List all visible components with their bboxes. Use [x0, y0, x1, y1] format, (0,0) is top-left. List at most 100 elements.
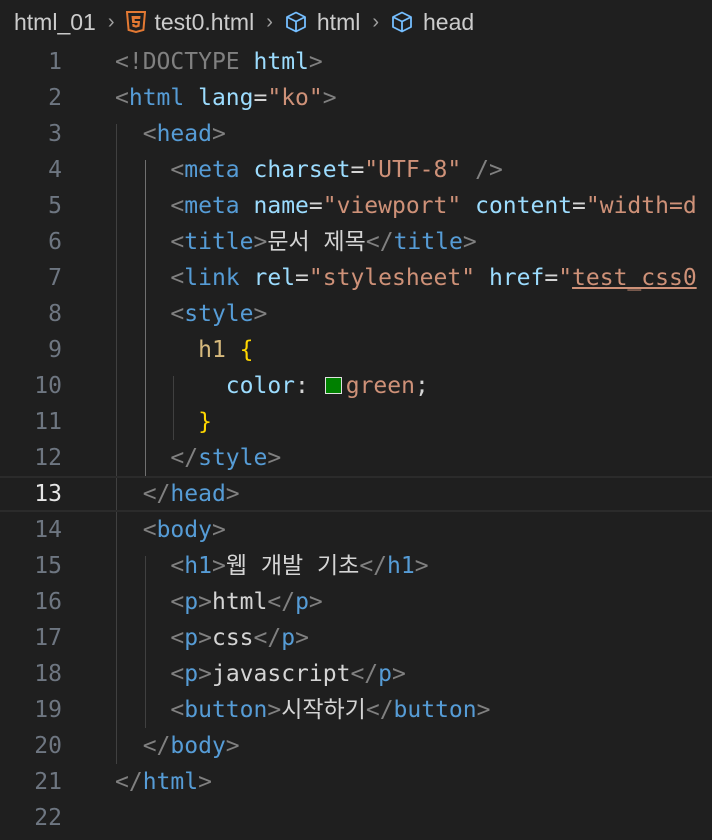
code-text: h1 {: [115, 332, 253, 368]
code-text: <title>문서 제목</title>: [115, 224, 476, 260]
code-line[interactable]: 16 <p>html</p>: [0, 584, 712, 620]
code-token: "stylesheet": [308, 265, 476, 291]
code-token: >: [308, 49, 323, 75]
code-line[interactable]: 12 </style>: [0, 440, 712, 476]
code-line[interactable]: 10 color: green;: [0, 368, 712, 404]
color-swatch[interactable]: [324, 377, 342, 394]
code-line[interactable]: 5 <meta name="viewport" content="width=d: [0, 188, 712, 224]
code-token: >: [253, 301, 268, 327]
breadcrumb-folder-label: html_01: [14, 8, 96, 35]
line-number: 3: [48, 121, 62, 147]
code-token: 웹 개발 기초: [225, 553, 360, 579]
code-text: <head>: [115, 116, 226, 152]
line-number: 19: [34, 697, 62, 723]
code-line[interactable]: 2 <html lang="ko">: [0, 80, 712, 116]
code-line[interactable]: 1 <!DOCTYPE html>: [0, 44, 712, 80]
code-token: </: [115, 769, 143, 795]
code-token: rel: [253, 265, 296, 291]
breadcrumb-element-html[interactable]: html: [284, 9, 360, 36]
code-token: h1: [184, 553, 212, 579]
code-text: </html>: [115, 764, 212, 800]
breadcrumb-file[interactable]: test0.html: [125, 9, 254, 36]
code-token: >: [253, 229, 268, 255]
code-token: :: [295, 373, 323, 399]
line-number: 1: [48, 49, 62, 75]
code-text: <h1>웹 개발 기초</h1>: [115, 548, 428, 584]
code-token: >: [267, 697, 282, 723]
code-editor[interactable]: 1 <!DOCTYPE html> 2 <html lang="ko"> 3 <head…: [0, 44, 712, 840]
code-text: <p>css</p>: [115, 620, 309, 656]
code-token: >: [211, 553, 226, 579]
code-token: =: [572, 193, 586, 219]
code-token: <: [170, 229, 185, 255]
code-token: !DOCTYPE: [128, 49, 240, 75]
breadcrumb-separator: ›: [107, 10, 115, 33]
code-line[interactable]: 14 <body>: [0, 512, 712, 548]
line-number: 22: [34, 805, 62, 831]
code-token: <: [115, 49, 129, 75]
code-token: "viewport": [322, 193, 462, 219]
code-token: </: [267, 589, 296, 615]
code-token: p: [281, 625, 296, 651]
code-line[interactable]: 18 <p>javascript</p>: [0, 656, 712, 692]
code-token: link: [184, 265, 240, 291]
html5-icon: [125, 11, 146, 33]
code-line[interactable]: 9 h1 {: [0, 332, 712, 368]
breadcrumb: html_01 › test0.html › html › head: [0, 0, 712, 44]
code-line[interactable]: 21 </html>: [0, 764, 712, 800]
code-token: >: [476, 697, 491, 723]
line-number: 6: [48, 229, 62, 255]
cube-icon: [392, 11, 412, 33]
line-number: 20: [34, 733, 62, 759]
code-token: </: [253, 625, 282, 651]
code-token: </: [142, 481, 171, 507]
code-token: >: [198, 625, 212, 651]
code-token: button: [184, 697, 268, 723]
code-token: ;: [414, 373, 429, 399]
code-token: href: [488, 265, 545, 291]
code-token: <: [170, 661, 185, 687]
code-text: </head>: [115, 478, 240, 510]
breadcrumb-separator: ›: [372, 10, 380, 33]
code-line[interactable]: 4 <meta charset="UTF-8" />: [0, 152, 712, 188]
code-line[interactable]: 3 <head>: [0, 116, 712, 152]
line-number: 5: [48, 193, 62, 219]
breadcrumb-folder[interactable]: html_01: [14, 9, 96, 36]
breadcrumb-element-head[interactable]: head: [390, 9, 474, 36]
code-line[interactable]: 7 <link rel="stylesheet" href="test_css0: [0, 260, 712, 296]
code-line[interactable]: 13 </head>: [0, 476, 712, 512]
code-line[interactable]: 22: [0, 800, 712, 836]
code-token: />: [475, 157, 503, 183]
code-text: </body>: [115, 728, 240, 764]
code-token: <: [170, 301, 185, 327]
code-token: p: [378, 661, 393, 687]
code-token: meta: [184, 193, 240, 219]
code-token: lang: [198, 85, 254, 111]
code-line[interactable]: 6 <title>문서 제목</title>: [0, 224, 712, 260]
code-token: green: [345, 373, 415, 399]
code-text: <button>시작하기</button>: [115, 692, 491, 728]
code-line[interactable]: 11 }: [0, 404, 712, 440]
code-token: p: [184, 625, 199, 651]
code-line[interactable]: 17 <p>css</p>: [0, 620, 712, 656]
code-line[interactable]: 19 <button>시작하기</button>: [0, 692, 712, 728]
code-token: =: [544, 265, 559, 291]
code-token: javascript: [211, 661, 351, 687]
code-line[interactable]: 15 <h1>웹 개발 기초</h1>: [0, 548, 712, 584]
code-line[interactable]: 8 <style>: [0, 296, 712, 332]
line-number: 11: [34, 409, 62, 435]
code-text: color: green;: [115, 368, 429, 404]
line-number: 15: [34, 553, 62, 579]
code-line[interactable]: 20 </body>: [0, 728, 712, 764]
code-token: <: [170, 553, 185, 579]
